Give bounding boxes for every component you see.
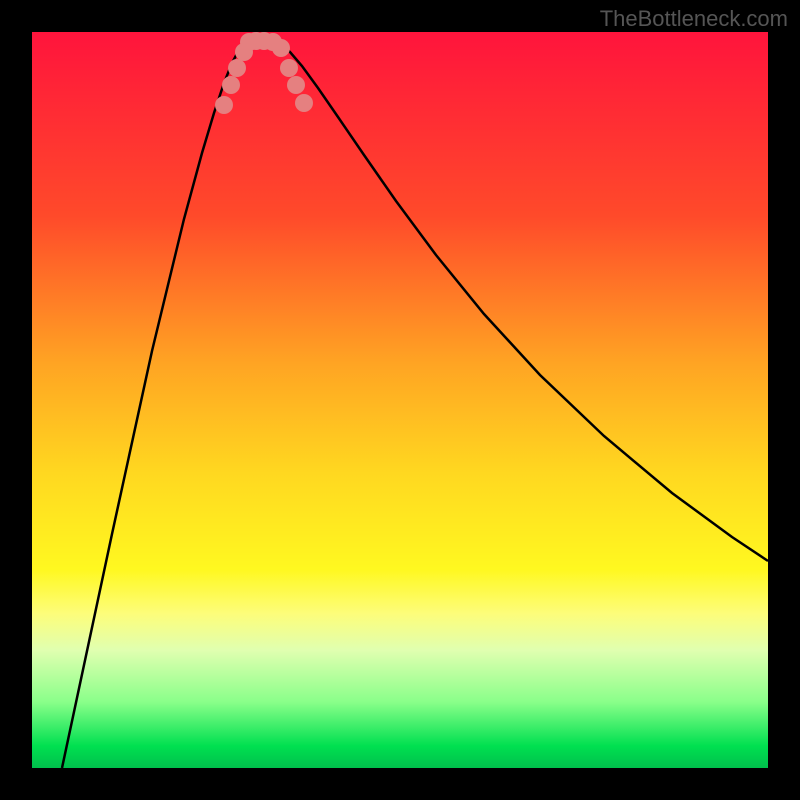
marker-dot bbox=[280, 59, 298, 77]
marker-dot bbox=[215, 96, 233, 114]
markers-layer bbox=[32, 32, 768, 768]
chart-container: TheBottleneck.com bbox=[0, 0, 800, 800]
marker-dot bbox=[228, 59, 246, 77]
marker-dot bbox=[287, 76, 305, 94]
marker-dot bbox=[295, 94, 313, 112]
plot-area bbox=[32, 32, 768, 768]
marker-dot bbox=[272, 39, 290, 57]
marker-dot bbox=[222, 76, 240, 94]
watermark-text: TheBottleneck.com bbox=[600, 6, 788, 32]
